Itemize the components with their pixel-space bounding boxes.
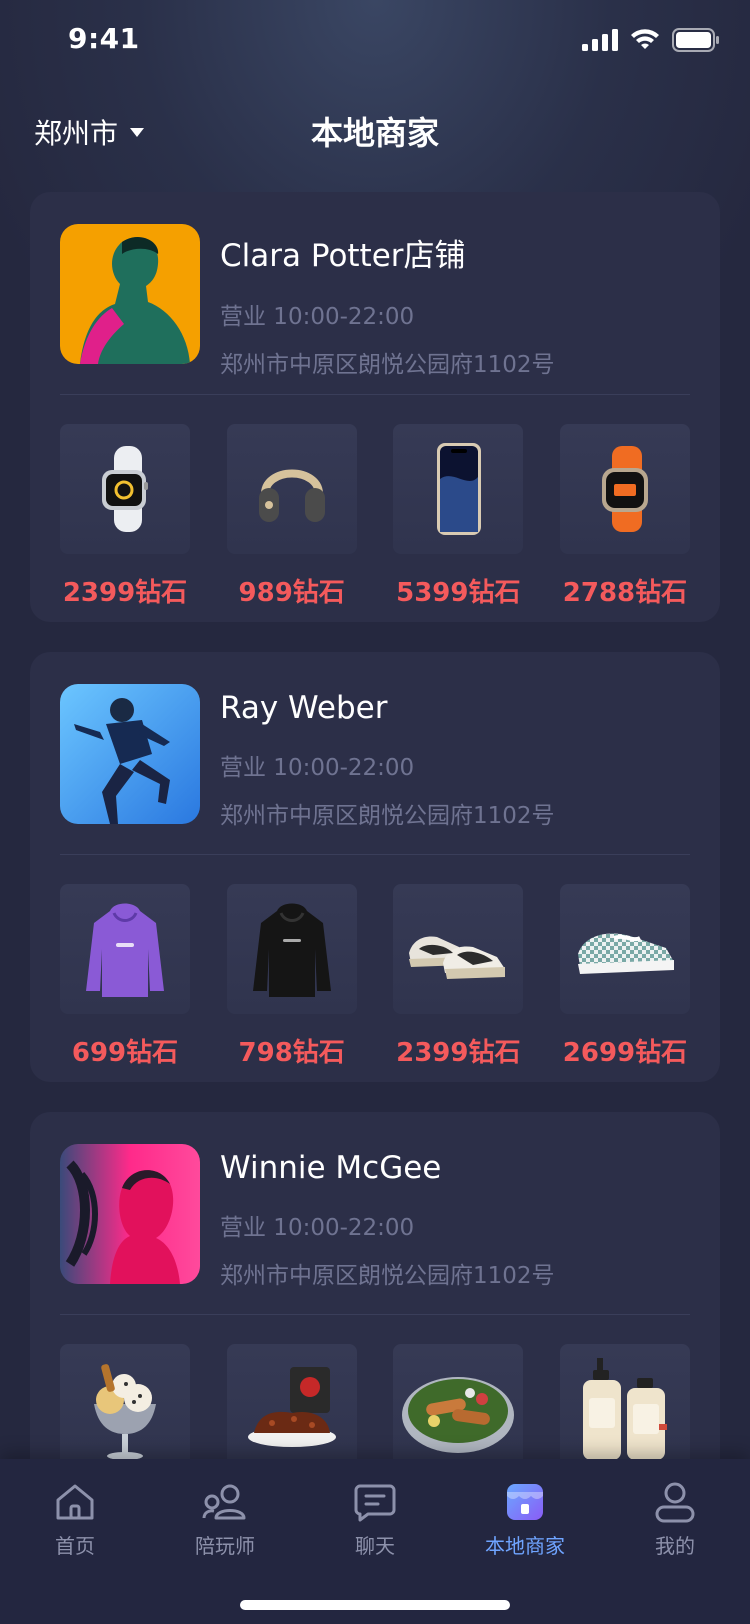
store-address: 郑州市中原区朗悦公园府1102号	[220, 352, 555, 378]
home-indicator	[240, 1600, 510, 1610]
smartphone-icon	[393, 424, 524, 554]
smartwatch-icon	[559, 424, 690, 554]
store-card[interactable]: Ray Weber 营业 10:00-22:00 郑州市中原区朗悦公园府1102…	[30, 652, 720, 1082]
status-icons	[582, 28, 720, 52]
product-price: 2399钻石	[396, 1038, 521, 1068]
sneaker-icon	[559, 884, 690, 1014]
store-hours: 营业 10:00-22:00	[220, 755, 415, 781]
tab-local-stores[interactable]: 本地商家	[450, 1479, 600, 1559]
home-icon	[52, 1479, 98, 1524]
product-price: 2699钻石	[562, 1038, 688, 1068]
hoodie-icon	[226, 884, 357, 1014]
meat-plate-icon	[226, 1344, 357, 1474]
chat-icon	[352, 1479, 398, 1524]
tab-companions[interactable]: 陪玩师	[150, 1479, 300, 1559]
profile-icon	[652, 1479, 698, 1524]
tab-bar: 首页 陪玩师 聊天 本地商家 我的	[0, 1459, 750, 1624]
product-price: 699钻石	[71, 1038, 179, 1068]
status-bar: 9:41	[0, 0, 750, 88]
product-row: 699钻石 798钻石 2399钻石 2699钻石	[60, 884, 690, 1069]
tab-home[interactable]: 首页	[0, 1479, 150, 1559]
signal-icon	[582, 29, 618, 51]
store-hours: 营业 10:00-22:00	[220, 1215, 415, 1241]
store-icon	[502, 1479, 548, 1524]
product-item[interactable]: 699钻石	[60, 884, 190, 1069]
store-name: Ray Weber	[220, 690, 388, 726]
lotion-bottles-icon	[559, 1344, 690, 1474]
divider	[60, 394, 690, 395]
product-item[interactable]: 989钻石	[226, 424, 357, 609]
sneakers-icon	[393, 884, 524, 1014]
salad-bowl-icon	[393, 1344, 524, 1474]
product-row: 2399钻石 989钻石 5399钻石 2788钻石	[60, 424, 690, 609]
header: 郑州市 本地商家	[0, 96, 750, 166]
store-hours: 营业 10:00-22:00	[220, 304, 415, 330]
tab-mine[interactable]: 我的	[600, 1479, 750, 1559]
product-item[interactable]: 2399钻石	[393, 884, 524, 1069]
store-address: 郑州市中原区朗悦公园府1102号	[220, 1263, 555, 1289]
store-avatar	[60, 684, 200, 824]
wifi-icon	[631, 29, 659, 49]
product-item[interactable]: 2699钻石	[559, 884, 690, 1069]
product-price: 989钻石	[238, 578, 345, 608]
product-price: 2399钻石	[62, 578, 188, 608]
product-item[interactable]: 5399钻石	[393, 424, 524, 609]
product-item[interactable]: 2399钻石	[60, 424, 190, 609]
battery-icon	[672, 28, 719, 52]
ice-cream-icon	[60, 1344, 190, 1474]
product-item[interactable]: 798钻石	[226, 884, 357, 1069]
store-address: 郑州市中原区朗悦公园府1102号	[220, 803, 555, 829]
tab-label: 聊天	[355, 1534, 395, 1558]
smartwatch-icon	[60, 424, 190, 554]
tab-label: 首页	[55, 1534, 95, 1558]
divider	[60, 1314, 690, 1315]
headphones-icon	[226, 424, 357, 554]
divider	[60, 854, 690, 855]
store-avatar	[60, 224, 200, 364]
tab-chat[interactable]: 聊天	[300, 1479, 450, 1559]
product-price: 5399钻石	[396, 578, 521, 608]
product-price: 798钻石	[238, 1038, 345, 1068]
status-time: 9:41	[68, 22, 140, 55]
tab-label: 陪玩师	[195, 1534, 255, 1558]
tab-label: 我的	[655, 1534, 695, 1558]
store-avatar	[60, 1144, 200, 1284]
tab-label: 本地商家	[485, 1534, 565, 1558]
product-item[interactable]: 2788钻石	[559, 424, 690, 609]
hoodie-icon	[60, 884, 190, 1014]
store-list: Clara Potter店铺 营业 10:00-22:00 郑州市中原区朗悦公园…	[30, 192, 720, 1572]
store-name: Clara Potter店铺	[220, 238, 466, 274]
user-group-icon	[202, 1479, 248, 1524]
store-name: Winnie McGee	[220, 1150, 442, 1186]
store-card[interactable]: Clara Potter店铺 营业 10:00-22:00 郑州市中原区朗悦公园…	[30, 192, 720, 622]
page-title: 本地商家	[310, 114, 439, 152]
product-price: 2788钻石	[562, 578, 688, 608]
